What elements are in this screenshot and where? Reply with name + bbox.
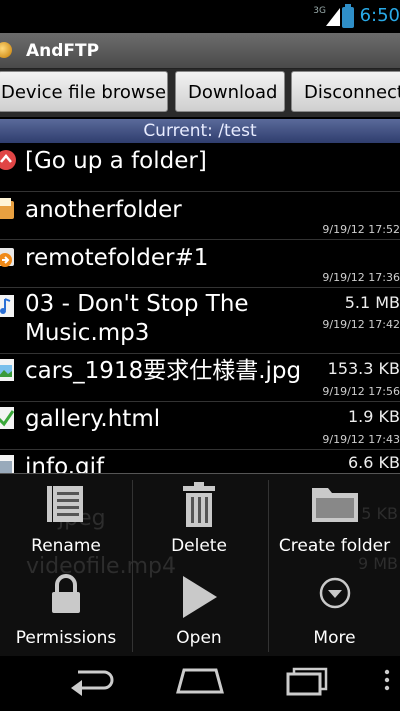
music-file-icon	[0, 295, 14, 317]
folder-add-icon	[311, 488, 358, 522]
file-name-line2: Music.mp3	[25, 320, 150, 346]
permissions-label: Permissions	[15, 628, 117, 648]
file-name: cars_1918要求仕様書.jpg	[25, 358, 302, 384]
create-folder-button[interactable]: Create folder	[269, 474, 400, 562]
rename-label: Rename	[31, 536, 101, 556]
play-icon	[183, 576, 217, 618]
open-label: Open	[176, 628, 222, 648]
list-item[interactable]: info.gif 6.6 KB	[0, 449, 400, 473]
file-size: 6.6 KB	[348, 453, 400, 472]
signal-icon	[326, 8, 340, 26]
more-label: More	[313, 628, 356, 648]
remote-folder-icon	[0, 248, 14, 267]
folder-icon	[0, 198, 14, 219]
recent-apps-icon[interactable]	[284, 666, 330, 696]
file-date: 9/19/12 17:42	[322, 318, 400, 331]
go-up-icon	[0, 150, 16, 170]
file-size: 5.1 MB	[344, 293, 400, 312]
list-item[interactable]: anotherfolder 9/19/12 17:52	[0, 191, 400, 240]
open-button[interactable]: Open	[133, 566, 265, 654]
more-button[interactable]: More	[269, 566, 400, 654]
file-date: 9/19/12 17:36	[322, 271, 400, 284]
app-title: AndFTP	[26, 41, 100, 61]
lock-icon	[52, 574, 80, 613]
image-file-icon	[0, 359, 14, 381]
back-icon[interactable]	[68, 666, 118, 696]
file-name: [Go up a folder]	[25, 148, 207, 174]
list-item[interactable]: remotefolder#1 9/19/12 17:36	[0, 239, 400, 288]
rename-button[interactable]: Rename	[0, 474, 132, 562]
download-button[interactable]: Download	[175, 71, 285, 112]
file-name: remotefolder#1	[25, 245, 209, 271]
clock: 6:50	[359, 5, 400, 26]
toolbar: Device file browser Download Disconnect	[0, 69, 400, 117]
file-size: 1.9 KB	[348, 407, 400, 426]
list-item[interactable]: [Go up a folder]	[0, 143, 400, 192]
disconnect-button[interactable]: Disconnect	[291, 71, 400, 112]
html-file-icon	[0, 407, 15, 429]
file-name: 03 - Don't Stop The	[25, 291, 249, 317]
create-folder-label: Create folder	[278, 536, 391, 556]
delete-button[interactable]: Delete	[133, 474, 265, 562]
file-list: [Go up a folder] anotherfolder 9/19/12 1…	[0, 143, 400, 473]
file-date: 9/19/12 17:52	[322, 223, 400, 236]
permissions-button[interactable]: Permissions	[0, 566, 132, 654]
list-item[interactable]: gallery.html 1.9 KB 9/19/12 17:43	[0, 401, 400, 450]
network-type: 3G	[313, 6, 326, 16]
trash-icon	[183, 482, 215, 527]
file-size: 153.3 KB	[327, 359, 400, 378]
navigation-bar	[0, 656, 400, 711]
rename-icon	[47, 486, 83, 522]
current-path: Current: /test	[0, 119, 400, 143]
home-icon[interactable]	[174, 666, 226, 696]
context-menu: jpeg videofile.mp4 5 KB 9 MB Rename Dele…	[0, 473, 400, 657]
image-file-icon	[0, 455, 14, 473]
list-item[interactable]: 03 - Don't Stop The Music.mp3 5.1 MB 9/1…	[0, 287, 400, 354]
file-name: anotherfolder	[25, 197, 182, 223]
file-date: 9/19/12 17:56	[322, 385, 400, 398]
app-logo-icon	[0, 42, 12, 58]
list-item[interactable]: cars_1918要求仕様書.jpg 153.3 KB 9/19/12 17:5…	[0, 353, 400, 402]
battery-icon	[342, 4, 354, 28]
status-bar: 3G 6:50	[0, 0, 400, 33]
overflow-menu-icon[interactable]	[382, 666, 392, 696]
chevron-down-icon	[319, 577, 350, 609]
app-title-bar: AndFTP	[0, 33, 400, 69]
file-date: 9/19/12 17:43	[322, 433, 400, 446]
file-name: gallery.html	[25, 406, 161, 432]
file-name: info.gif	[25, 454, 105, 473]
delete-label: Delete	[171, 536, 227, 556]
device-file-browser-button[interactable]: Device file browser	[0, 71, 168, 112]
